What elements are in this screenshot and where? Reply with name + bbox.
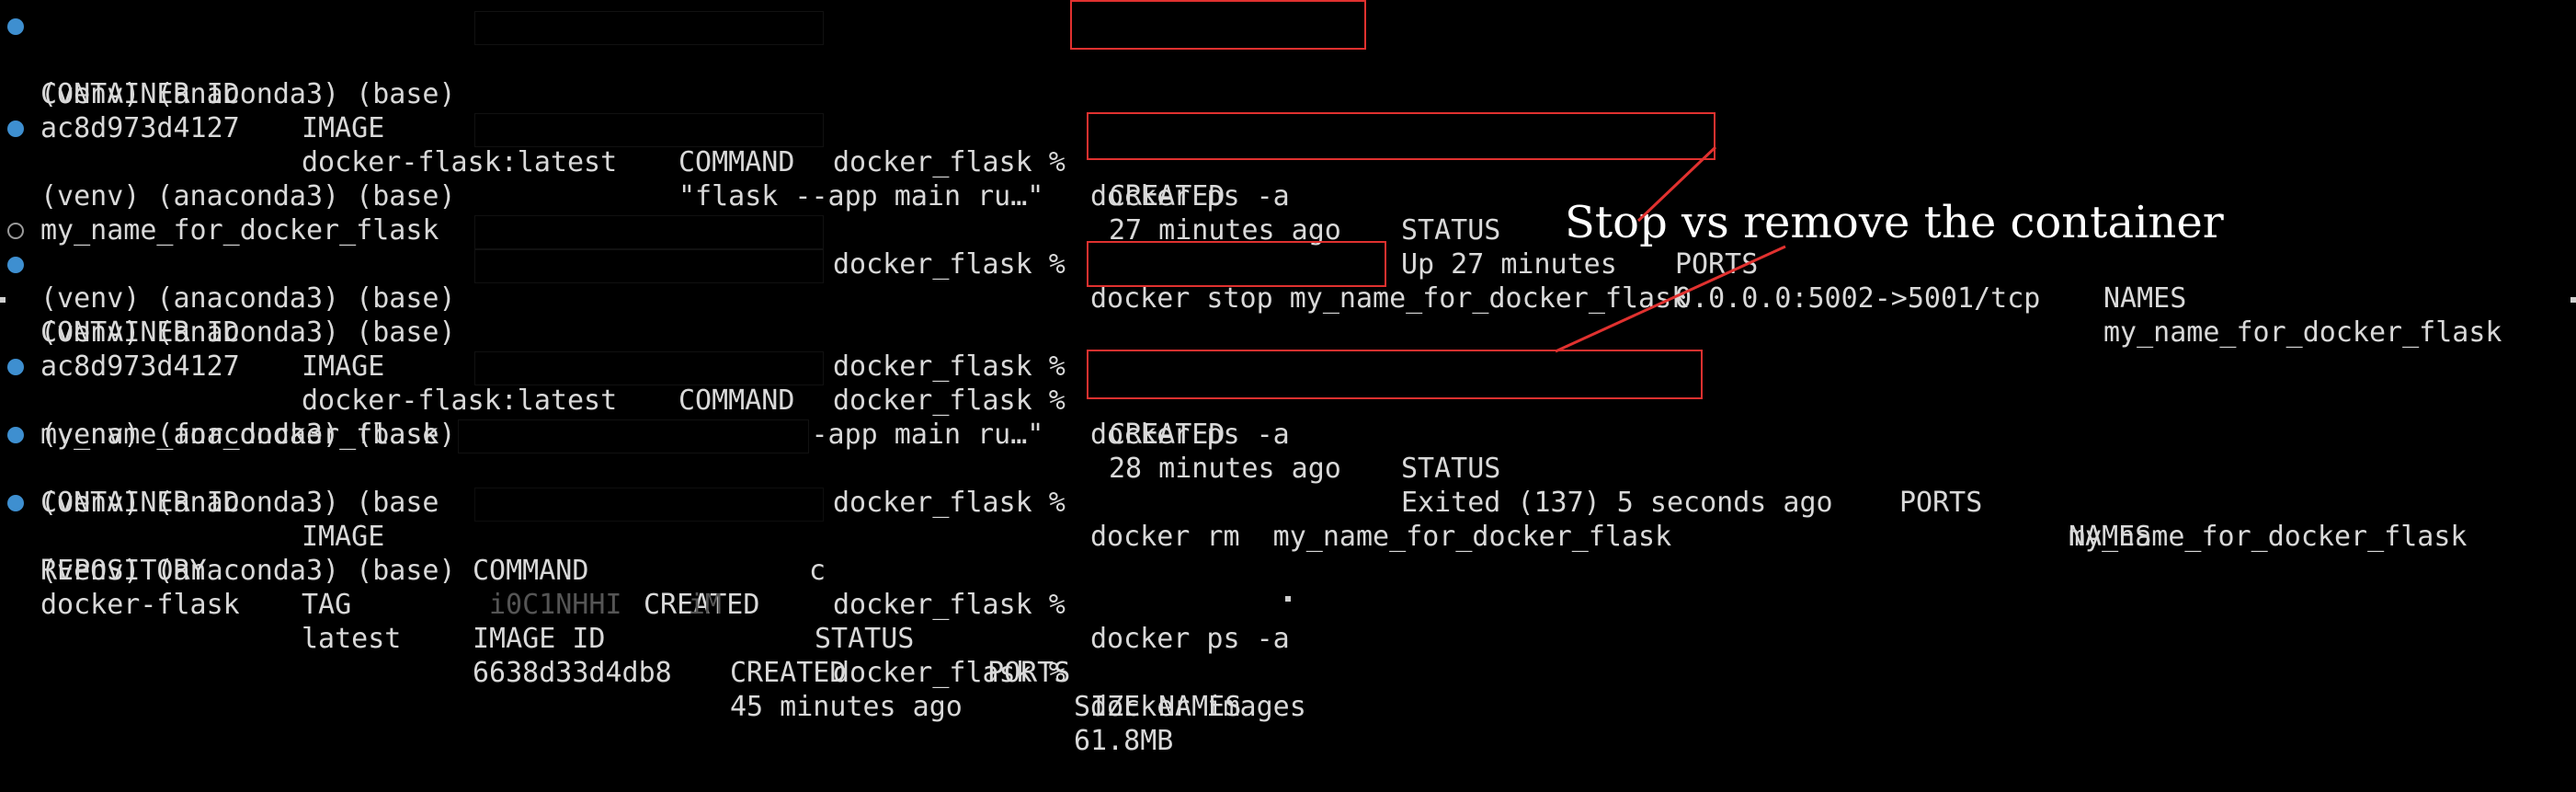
command-text: docker ps -a <box>1090 623 1290 655</box>
header-size: SIZE <box>1074 691 1141 723</box>
terminal-window[interactable]: (venv) (anaconda3) (base) docker_flask %… <box>0 0 2576 757</box>
divider-tick <box>2570 297 2576 303</box>
connector-to-rm-line <box>1555 245 1786 353</box>
cell-created: 45 minutes ago <box>730 691 963 723</box>
connector-to-stop-line <box>1636 145 1717 223</box>
cell-tag: latest <box>302 623 402 655</box>
cell-image-id: 6638d33d4db8 <box>473 657 672 689</box>
header-status: STATUS <box>815 623 915 655</box>
prompt-path: docker_flask % <box>833 657 1066 689</box>
header-created: CREATED <box>730 657 847 689</box>
cell-size: 61.8MB <box>1074 725 1174 757</box>
divider-tick <box>0 297 6 303</box>
divider-tick <box>1285 596 1291 602</box>
header-image-id: IMAGE ID <box>473 623 606 655</box>
annotation-connectors <box>1555 145 1786 353</box>
